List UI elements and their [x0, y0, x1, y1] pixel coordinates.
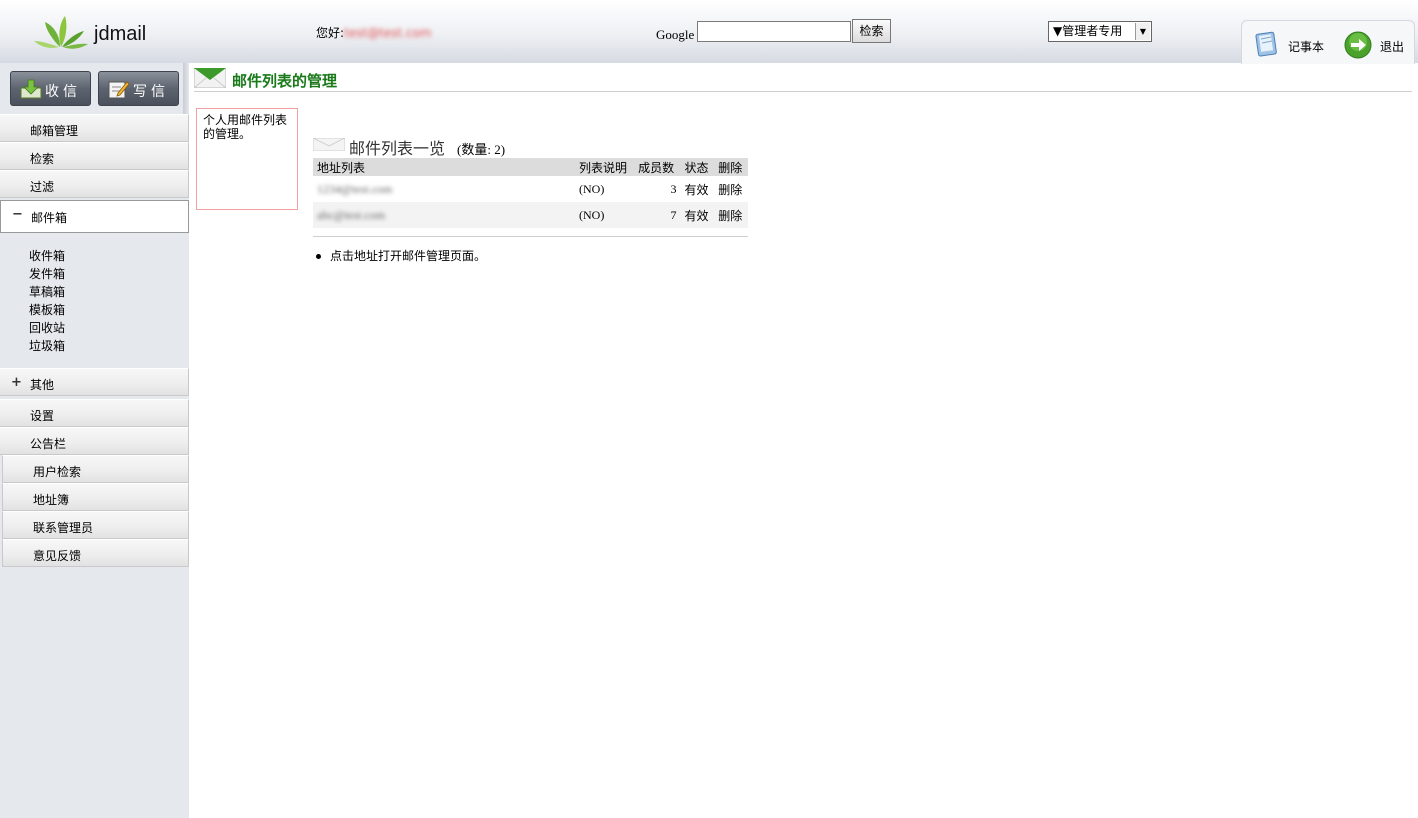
nav-mailbox-manage-label: 邮箱管理: [30, 124, 79, 138]
hint-note: 点击地址打开邮件管理页面。: [316, 247, 486, 264]
nav-mailbox-manage[interactable]: 邮箱管理: [0, 114, 189, 142]
admin-select-value: ▼管理者专用: [1053, 24, 1123, 38]
col-members: 成员数: [634, 158, 681, 176]
logout-link[interactable]: 退出: [1380, 38, 1404, 55]
compose-pencil-icon: [108, 81, 130, 99]
list-members: 7: [634, 202, 681, 228]
folder-spam[interactable]: 垃圾箱: [29, 337, 65, 354]
nav-search[interactable]: 检索: [0, 142, 189, 170]
nav-filter-label: 过滤: [30, 180, 55, 194]
title-divider: [194, 91, 1412, 92]
google-search-input[interactable]: [697, 21, 851, 42]
nav-bulletin[interactable]: 公告栏: [0, 427, 189, 455]
nav-mailbox-folder[interactable]: − 邮件箱: [0, 200, 189, 233]
inbox-download-icon: [20, 79, 42, 99]
nav-bulletin-label: 公告栏: [30, 437, 67, 451]
mailing-list-table: 地址列表 列表说明 成员数 状态 删除 1234@test.com (NO) 3…: [313, 158, 748, 228]
table-divider: [313, 236, 748, 237]
list-members: 3: [670, 181, 677, 196]
folder-drafts[interactable]: 草稿箱: [29, 283, 65, 300]
envelope-icon: [194, 68, 226, 88]
table-header-row: 地址列表 列表说明 成员数 状态 删除: [313, 158, 748, 176]
table-row: abc@test.com (NO) 7 有效 删除: [313, 202, 748, 228]
user-email: test@test.com: [344, 26, 432, 40]
admin-select[interactable]: ▼管理者专用 ▼: [1048, 21, 1152, 42]
sidebar: 收信 写信 邮箱管理 检索 过滤 − 邮件箱 收件箱 发件箱 草稿箱 模板箱 回…: [0, 63, 189, 818]
list-status: 有效: [684, 182, 709, 197]
jdmail-logo[interactable]: jdmail: [32, 14, 162, 54]
page-title: 邮件列表的管理: [232, 72, 338, 90]
logout-arrow-icon[interactable]: [1344, 31, 1372, 59]
collapse-minus-icon[interactable]: −: [12, 207, 23, 222]
col-delete: 删除: [714, 158, 748, 176]
list-description: (NO): [575, 202, 635, 228]
expand-plus-icon[interactable]: +: [11, 375, 22, 390]
header-bar: jdmail 您好:test@test.com Google 检索 ▼管理者专用…: [0, 0, 1418, 64]
logo-text: jdmail: [94, 23, 147, 45]
nav-other[interactable]: + 其他: [0, 368, 189, 396]
nav-contact-admin[interactable]: 联系管理员: [2, 511, 189, 539]
delete-link[interactable]: 删除: [714, 202, 748, 228]
chevron-down-icon[interactable]: ▼: [1135, 23, 1150, 40]
help-box: 个人用邮件列表的管理。: [196, 108, 298, 210]
nav-feedback[interactable]: 意见反馈: [2, 539, 189, 567]
nav-user-search[interactable]: 用户检索: [2, 455, 189, 483]
folder-templates[interactable]: 模板箱: [29, 301, 65, 318]
nav-mailbox-folder-label: 邮件箱: [31, 211, 68, 225]
list-address-link[interactable]: abc@test.com: [317, 208, 385, 222]
notepad-link[interactable]: 记事本: [1288, 38, 1324, 55]
tool-panel: 记事本 退出: [1241, 20, 1415, 64]
delete-link[interactable]: 删除: [714, 176, 748, 202]
nav-contact-admin-label: 联系管理员: [33, 521, 94, 535]
list-description: (NO): [579, 181, 605, 196]
folder-sent[interactable]: 发件箱: [29, 265, 65, 282]
nav-settings-label: 设置: [30, 409, 55, 423]
google-label: Google: [656, 27, 695, 42]
nav-settings[interactable]: 设置: [0, 399, 189, 427]
envelope-icon: [313, 138, 345, 151]
nav-feedback-label: 意见反馈: [33, 549, 82, 563]
bullet-icon: [316, 254, 321, 259]
col-address: 地址列表: [313, 158, 575, 176]
notepad-icon[interactable]: [1255, 29, 1279, 57]
write-label: 写信: [133, 84, 169, 100]
list-status: 有效: [680, 202, 715, 228]
list-count: (数量: 2): [457, 142, 506, 157]
list-heading: 邮件列表一览: [349, 139, 446, 158]
nav-other-label: 其他: [30, 378, 55, 392]
nav-address-book[interactable]: 地址簿: [2, 483, 189, 511]
nav-address-book-label: 地址簿: [33, 493, 70, 507]
greeting: 您好:test@test.com: [316, 24, 432, 41]
leaf-logo-icon: [34, 16, 88, 49]
col-status: 状态: [680, 158, 715, 176]
greeting-label: 您好:: [316, 26, 345, 40]
sidebar-shadow: [183, 63, 189, 117]
list-address-link[interactable]: 1234@test.com: [317, 182, 392, 196]
nav-user-search-label: 用户检索: [33, 465, 82, 479]
nav-search-label: 检索: [30, 152, 55, 166]
folder-inbox[interactable]: 收件箱: [29, 247, 65, 264]
receive-label: 收信: [45, 84, 81, 100]
table-row: 1234@test.com (NO) 3 有效 删除: [313, 176, 748, 202]
folder-trash[interactable]: 回收站: [29, 319, 65, 336]
nav-filter[interactable]: 过滤: [0, 170, 189, 198]
google-search-button[interactable]: 检索: [852, 19, 891, 43]
hint-text: 点击地址打开邮件管理页面。: [330, 249, 487, 263]
write-mail-button[interactable]: 写信: [98, 71, 179, 106]
col-description: 列表说明: [575, 158, 635, 176]
receive-mail-button[interactable]: 收信: [10, 71, 91, 106]
